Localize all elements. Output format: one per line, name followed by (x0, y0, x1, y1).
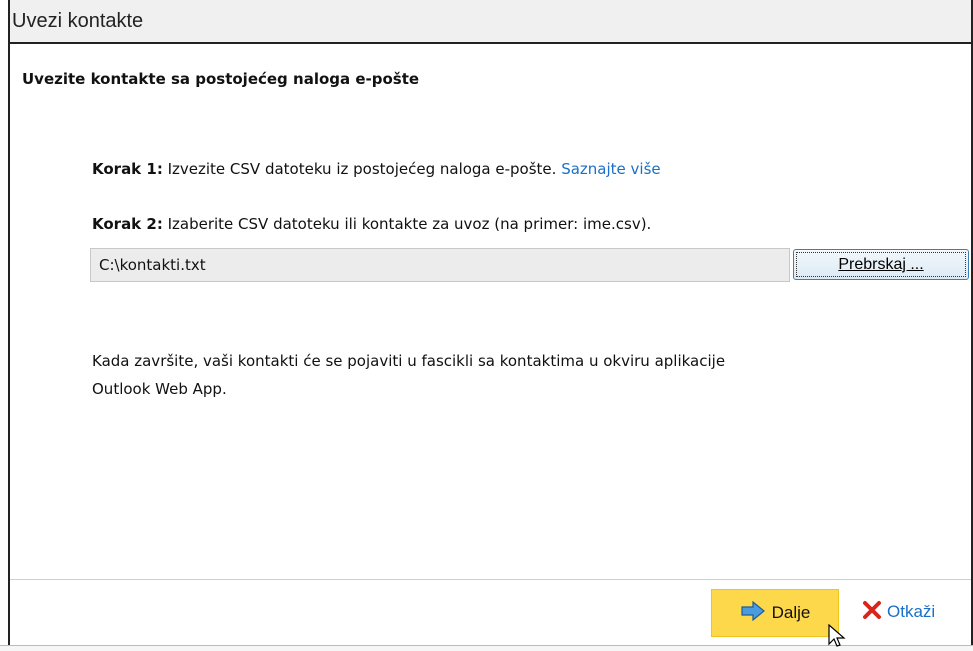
footer-divider (10, 579, 971, 580)
step-2-label: Korak 2: (92, 215, 163, 233)
dialog-title: Uvezi kontakte (12, 10, 144, 32)
cancel-button[interactable]: Otkaži (862, 597, 935, 627)
step-2-text: Izaberite CSV datoteku ili kontakte za u… (162, 215, 652, 233)
learn-more-link[interactable]: Saznajte više (561, 160, 660, 178)
completion-info: Kada završite, vaši kontakti će se pojav… (92, 347, 932, 403)
step-1-label: Korak 1: (92, 160, 163, 178)
import-contacts-dialog: Uvezi kontakte Uvezite kontakte sa posto… (8, 0, 973, 651)
dialog-titlebar: Uvezi kontakte (10, 0, 971, 44)
arrow-right-icon (740, 600, 766, 625)
step-1: Korak 1: Izvezite CSV datoteku iz postoj… (92, 160, 661, 178)
step-2: Korak 2: Izaberite CSV datoteku ili kont… (92, 215, 651, 233)
next-button-label: Dalje (771, 603, 811, 622)
browse-button[interactable]: Prebrskaj ... (793, 249, 969, 280)
close-icon (862, 600, 882, 624)
cancel-button-label: Otkaži (887, 602, 936, 621)
browse-button-label: Prebrskaj ... (796, 252, 966, 277)
step-1-text: Izvezite CSV datoteku iz postojećeg nalo… (162, 160, 562, 178)
completion-info-line-2: Outlook Web App. (92, 380, 227, 398)
file-path-field[interactable]: C:\kontakti.txt (90, 248, 790, 282)
next-button[interactable]: Dalje (711, 589, 839, 637)
completion-info-line-1: Kada završite, vaši kontakti će se pojav… (92, 352, 726, 370)
page-heading: Uvezite kontakte sa postojećeg naloga e-… (22, 70, 420, 88)
mouse-cursor-icon (828, 623, 848, 651)
